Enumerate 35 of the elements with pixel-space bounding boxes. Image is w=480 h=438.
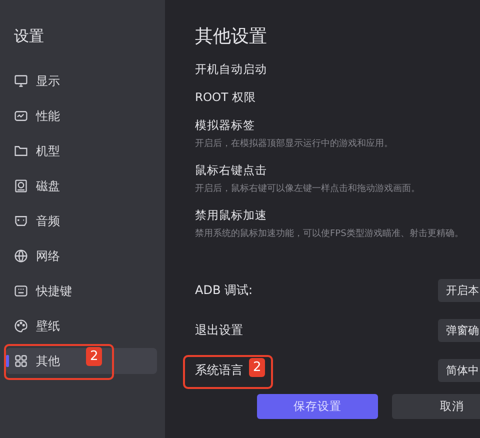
dropdown[interactable]: 开启本: [438, 279, 480, 302]
step-badge: 2: [86, 347, 102, 366]
setting-label: ADB 调试:: [195, 282, 253, 299]
dropdown[interactable]: 简体中: [438, 359, 480, 382]
option-description: 禁用系统的鼠标加速功能，可以使FPS类型游戏瞄准、射击更精确。: [195, 228, 464, 240]
keyboard-icon: [14, 284, 28, 298]
setting-label: 系统语言: [195, 362, 243, 379]
option-label[interactable]: 开机自动启动: [195, 62, 480, 77]
globe-icon: [14, 249, 28, 263]
sidebar-title: 设置: [14, 27, 44, 46]
cancel-button[interactable]: 取消: [392, 394, 480, 419]
palette-icon: [14, 319, 28, 333]
option-description: 开启后，在模拟器顶部显示运行中的游戏和应用。: [195, 138, 394, 150]
sidebar-item[interactable]: 快捷键: [6, 278, 157, 304]
sidebar-item[interactable]: 机型: [6, 138, 157, 164]
page-title: 其他设置: [195, 25, 267, 48]
sidebar-item[interactable]: 壁纸: [6, 313, 157, 339]
sidebar-item[interactable]: 显示: [6, 68, 157, 94]
option-label[interactable]: 模拟器标签: [195, 118, 480, 133]
setting-label: 退出设置: [195, 322, 243, 339]
step-badge: 2: [249, 358, 266, 377]
option-description: 开启后，鼠标右键可以像左键一样点击和拖动游戏画面。: [195, 182, 421, 195]
option-label[interactable]: 禁用鼠标加速: [195, 208, 480, 223]
folder-icon: [14, 144, 28, 158]
grid-icon: [14, 354, 28, 368]
gauge-icon: [14, 109, 28, 123]
sidebar-item[interactable]: 网络: [6, 243, 157, 269]
option-label[interactable]: ROOT 权限: [195, 90, 480, 105]
save-button[interactable]: 保存设置: [257, 394, 378, 419]
sidebar-item[interactable]: 磁盘: [6, 173, 157, 199]
monitor-icon: [14, 74, 28, 88]
sidebar-item[interactable]: 音频: [6, 208, 157, 234]
dropdown[interactable]: 弹窗确: [438, 319, 480, 342]
sidebar-item[interactable]: 性能: [6, 103, 157, 129]
option-label[interactable]: 鼠标右键点击: [195, 163, 480, 178]
